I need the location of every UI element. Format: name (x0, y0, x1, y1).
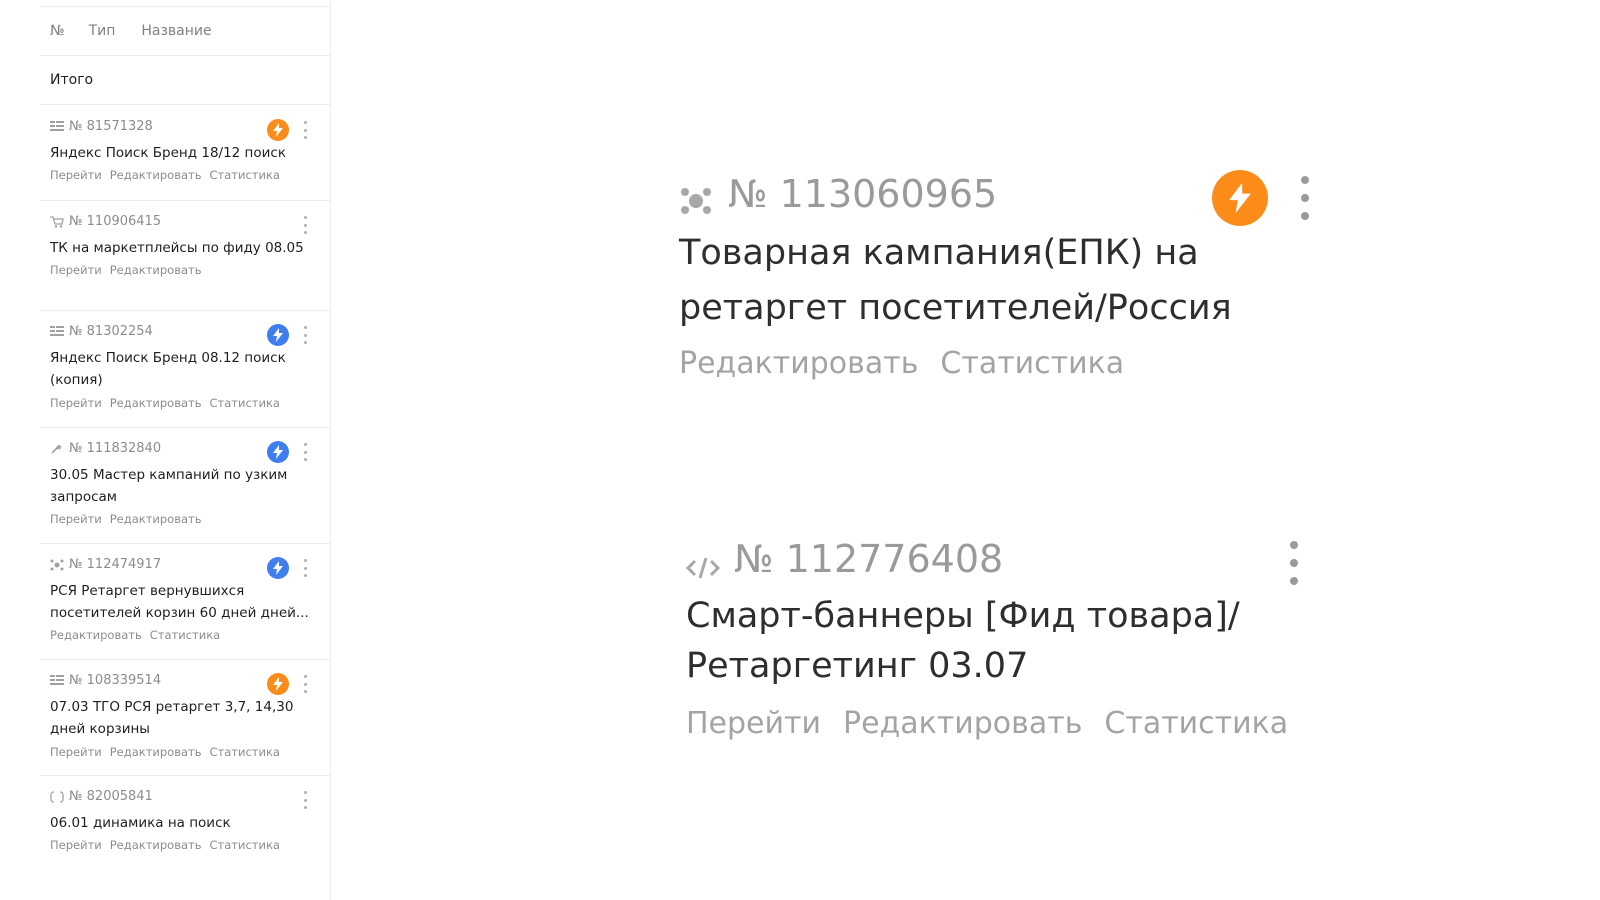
campaign-actions: Редактировать Статистика (679, 346, 1146, 381)
stats-link[interactable]: Статистика (210, 838, 280, 852)
more-menu-icon[interactable] (1290, 541, 1298, 585)
campaign-name[interactable]: 06.01 динамика на поиск (50, 812, 312, 834)
campaign-row: № 108339514 07.03 ТГО РСЯ ретаргет 3,7, … (40, 659, 330, 776)
campaign-id: № 81302254 (69, 324, 153, 339)
lightning-icon[interactable] (267, 441, 289, 463)
more-menu-icon[interactable] (1301, 176, 1309, 220)
campaign-row: № 110906415 ТК на маркетплейсы по фиду 0… (40, 200, 330, 311)
edit-link[interactable]: Редактировать (110, 512, 202, 526)
campaign-id-line: № 108339514 (50, 673, 161, 688)
lightning-icon[interactable] (267, 557, 289, 579)
campaign-actions: Перейти Редактировать Статистика (50, 396, 288, 410)
column-header-number[interactable]: № (50, 23, 65, 39)
campaign-row: № 111832840 30.05 Мастер кампаний по узк… (40, 427, 330, 544)
text-ads-icon (50, 120, 64, 133)
go-link[interactable]: Перейти (50, 512, 102, 526)
stats-link[interactable]: Статистика (210, 168, 280, 182)
stats-link[interactable]: Статистика (940, 346, 1124, 381)
network-icon (680, 180, 712, 214)
campaign-id: № 113060965 (728, 172, 998, 216)
campaign-id-line: № 111832840 (50, 441, 161, 456)
campaign-id: № 112776408 (734, 537, 1004, 581)
column-header-type[interactable]: Тип (89, 23, 116, 39)
edit-link[interactable]: Редактировать (679, 346, 918, 381)
network-icon (50, 559, 64, 571)
campaign-row: № 82005841 06.01 динамика на поиск Перей… (40, 775, 330, 870)
campaign-id-line: № 82005841 (49, 789, 153, 804)
campaign-name[interactable]: 30.05 Мастер кампаний по узким запросам (50, 464, 312, 508)
edit-link[interactable]: Редактировать (110, 396, 202, 410)
more-menu-icon[interactable] (303, 216, 307, 234)
edit-link[interactable]: Редактировать (110, 263, 202, 277)
more-menu-icon[interactable] (303, 121, 307, 139)
go-link[interactable]: Перейти (686, 706, 821, 741)
edit-link[interactable]: Редактировать (50, 628, 142, 642)
campaign-name[interactable]: Яндекс Поиск Бренд 08.12 поиск (копия) (50, 347, 312, 391)
more-menu-icon[interactable] (303, 675, 307, 693)
lightning-icon[interactable] (267, 119, 289, 141)
campaign-id: № 110906415 (69, 214, 162, 229)
campaign-actions: Перейти Редактировать Статистика (50, 838, 288, 852)
campaign-name-line-1[interactable]: Товарная кампания(ЕПК) на (679, 226, 1199, 281)
campaign-row: № 112474917 РСЯ Ретаргет вернувшихся пос… (40, 543, 330, 660)
edit-link[interactable]: Редактировать (110, 168, 202, 182)
go-link[interactable]: Перейти (50, 168, 102, 182)
dynamic-icon (49, 790, 65, 803)
campaign-actions: Перейти Редактировать Статистика (686, 706, 1310, 741)
code-icon (685, 546, 721, 579)
campaign-name[interactable]: ТК на маркетплейсы по фиду 08.05 (50, 237, 312, 259)
go-link[interactable]: Перейти (50, 838, 102, 852)
campaign-id-line: № 110906415 (50, 214, 161, 229)
campaign-name[interactable]: 07.03 ТГО РСЯ ретаргет 3,7, 14,30 дней к… (50, 696, 312, 740)
campaign-list-panel: № Тип Название Итого № 81571328 Яндекс П… (40, 0, 331, 900)
lightning-icon[interactable] (267, 324, 289, 346)
edit-link[interactable]: Редактировать (110, 745, 202, 759)
more-menu-icon[interactable] (303, 791, 307, 809)
table-header: № Тип Название (40, 7, 330, 56)
more-menu-icon[interactable] (303, 559, 307, 577)
campaign-actions: Перейти Редактировать (50, 512, 210, 526)
campaign-id: № 108339514 (69, 673, 162, 688)
more-menu-icon[interactable] (303, 443, 307, 461)
campaign-name-line-2[interactable]: ретаргет посетителей/Россия (679, 281, 1232, 336)
column-header-name[interactable]: Название (141, 23, 211, 39)
campaign-id-line: № 81571328 (50, 119, 153, 134)
more-menu-icon[interactable] (303, 326, 307, 344)
total-label: Итого (50, 72, 94, 88)
campaign-id-line: № 112474917 (50, 557, 161, 572)
stats-link[interactable]: Статистика (210, 745, 280, 759)
campaign-actions: Редактировать Статистика (50, 628, 228, 642)
text-ads-icon (50, 325, 64, 338)
edit-link[interactable]: Редактировать (843, 706, 1082, 741)
campaign-id: № 81571328 (69, 119, 153, 134)
edit-link[interactable]: Редактировать (110, 838, 202, 852)
text-ads-icon (50, 674, 64, 687)
campaign-actions: Перейти Редактировать Статистика (50, 745, 288, 759)
lightning-icon[interactable] (267, 673, 289, 695)
campaign-id-line: № 81302254 (50, 324, 153, 339)
go-link[interactable]: Перейти (50, 745, 102, 759)
campaign-actions: Перейти Редактировать Статистика (50, 168, 288, 182)
stats-link[interactable]: Статистика (210, 396, 280, 410)
go-link[interactable]: Перейти (50, 263, 102, 277)
go-link[interactable]: Перейти (50, 396, 102, 410)
campaign-id-line: № 113060965 (680, 172, 997, 216)
stats-link[interactable]: Статистика (1104, 706, 1288, 741)
campaign-row: № 81302254 Яндекс Поиск Бренд 08.12 поис… (40, 310, 330, 428)
campaign-id: № 82005841 (69, 789, 153, 804)
campaign-name[interactable]: РСЯ Ретаргет вернувшихся посетителей кор… (50, 580, 312, 624)
campaign-name[interactable]: Яндекс Поиск Бренд 18/12 поиск (50, 142, 312, 164)
campaign-name-line-1[interactable]: Смарт-баннеры [Фид товара]/ (686, 589, 1240, 644)
campaign-name-line-2[interactable]: Ретаргетинг 03.07 (686, 639, 1028, 694)
campaign-id-line: № 112776408 (685, 537, 1004, 581)
campaign-id: № 111832840 (69, 441, 162, 456)
lightning-icon[interactable] (1212, 170, 1268, 226)
master-icon (50, 443, 64, 455)
total-row: Итого (40, 56, 330, 105)
stats-link[interactable]: Статистика (150, 628, 220, 642)
campaign-actions: Перейти Редактировать (50, 263, 210, 277)
campaign-row: № 81571328 Яндекс Поиск Бренд 18/12 поис… (40, 105, 330, 201)
cart-icon (50, 215, 64, 228)
campaign-id: № 112474917 (69, 557, 162, 572)
